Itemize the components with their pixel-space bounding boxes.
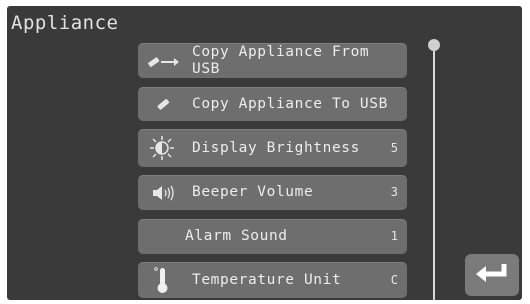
display-brightness-value: 5 [390, 141, 398, 155]
thermometer-icon [144, 267, 180, 293]
temperature-unit-label: Temperature Unit [192, 272, 342, 288]
page-title: Appliance [11, 12, 119, 34]
display-brightness-label: Display Brightness [192, 140, 360, 156]
beeper-volume-label: Beeper Volume [192, 184, 314, 200]
copy-appliance-from-usb-button[interactable]: Copy Appliance From USB [138, 43, 407, 78]
copy-appliance-to-usb-label: Copy Appliance To USB [192, 96, 388, 112]
temperature-unit-value: C [390, 273, 398, 287]
temperature-unit-button[interactable]: Temperature Unit C [138, 262, 407, 298]
appliance-settings-screen: Appliance Copy Appliance From USB Copy A… [7, 6, 522, 300]
scrollbar-thumb[interactable] [428, 39, 440, 51]
copy-appliance-from-usb-label: Copy Appliance From USB [192, 44, 370, 77]
beeper-volume-value: 3 [390, 185, 398, 199]
scrollbar-track[interactable] [433, 43, 435, 300]
alarm-sound-button[interactable]: Alarm Sound 1 [138, 219, 407, 254]
usb-stick-icon [144, 91, 180, 117]
display-brightness-button[interactable]: Display Brightness 5 [138, 129, 407, 167]
usb-import-icon [144, 48, 180, 74]
return-arrow-icon [474, 261, 510, 289]
alarm-sound-value: 1 [390, 229, 398, 243]
back-button[interactable] [465, 254, 519, 296]
speaker-icon [144, 180, 180, 206]
brightness-icon [144, 135, 180, 161]
beeper-volume-button[interactable]: Beeper Volume 3 [138, 175, 407, 210]
copy-appliance-to-usb-button[interactable]: Copy Appliance To USB [138, 87, 407, 121]
alarm-sound-label: Alarm Sound [185, 228, 288, 244]
